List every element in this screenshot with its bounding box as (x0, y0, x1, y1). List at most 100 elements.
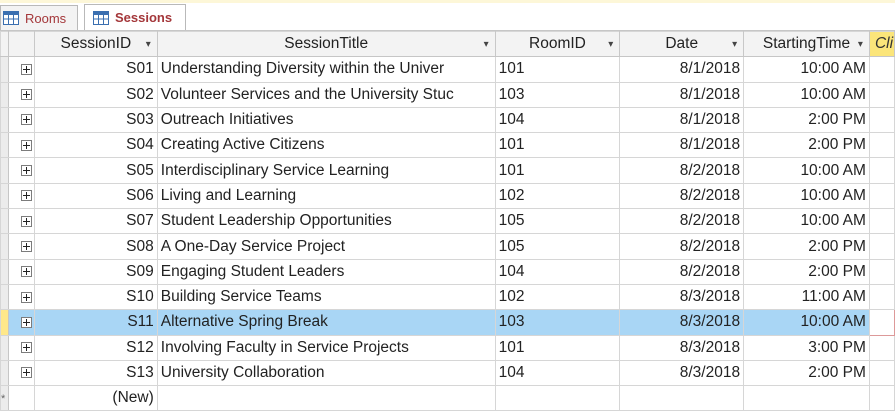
plus-expand-icon[interactable] (20, 367, 32, 379)
plus-expand-icon[interactable] (20, 215, 32, 227)
plus-expand-icon[interactable] (20, 240, 32, 252)
column-header-sessiontitle[interactable]: SessionTitle ▾ (156, 30, 496, 58)
table-row[interactable]: S10 Building Service Teams 102 8/3/2018 11:0… (0, 283, 895, 311)
cell-sessionid[interactable]: S10 (33, 283, 158, 311)
cell-date[interactable]: 8/3/2018 (619, 283, 745, 311)
cell-click-to-add[interactable] (868, 233, 895, 260)
select-all-corner[interactable] (0, 30, 9, 58)
cell-startingtime[interactable]: 10:00 AM (743, 182, 870, 210)
subdatasheet-expand-cell[interactable] (7, 258, 35, 285)
plus-expand-icon[interactable] (20, 89, 32, 101)
plus-expand-icon[interactable] (20, 190, 32, 202)
plus-expand-icon[interactable] (20, 342, 32, 354)
tab-rooms[interactable]: Rooms (0, 5, 78, 30)
cell-sessiontitle-new[interactable] (156, 385, 496, 412)
table-row[interactable]: S02 Volunteer Services and the University… (0, 81, 895, 108)
plus-expand-icon[interactable] (20, 316, 32, 328)
subdatasheet-expand-cell[interactable] (7, 283, 35, 311)
cell-sessiontitle[interactable]: University Collaboration (156, 359, 496, 387)
record-selector[interactable] (0, 182, 9, 210)
record-selector[interactable] (0, 132, 9, 159)
record-selector[interactable] (0, 309, 9, 336)
record-selector[interactable] (0, 233, 9, 260)
cell-click-to-add[interactable] (868, 283, 895, 311)
cell-click-to-add[interactable] (868, 359, 895, 387)
table-row[interactable]: S09 Engaging Student Leaders 104 8/2/2018 2:… (0, 258, 895, 285)
cell-roomid[interactable]: 104 (494, 359, 621, 387)
table-row[interactable]: S12 Involving Faculty in Service Projects… (0, 334, 895, 361)
cell-date-new[interactable] (619, 385, 745, 412)
record-selector[interactable] (0, 359, 9, 387)
table-row[interactable]: S13 University Collaboration 104 8/3/2018 2:… (0, 359, 895, 387)
cell-click-to-add-new[interactable] (868, 385, 895, 412)
cell-sessionid[interactable]: S04 (33, 132, 158, 159)
cell-startingtime[interactable]: 10:00 AM (743, 309, 870, 336)
cell-startingtime[interactable]: 10:00 AM (743, 56, 870, 83)
cell-click-to-add[interactable] (868, 208, 895, 235)
cell-roomid[interactable]: 101 (494, 334, 621, 361)
cell-roomid[interactable]: 101 (494, 132, 621, 159)
subdatasheet-expand-cell[interactable] (7, 81, 35, 108)
chevron-down-icon[interactable]: ▾ (484, 33, 489, 56)
cell-sessiontitle[interactable]: Living and Learning (156, 182, 496, 210)
column-header-date[interactable]: Date ▾ (619, 30, 745, 58)
cell-date[interactable]: 8/2/2018 (619, 182, 745, 210)
cell-sessionid[interactable]: S13 (33, 359, 158, 387)
cell-sessionid[interactable]: S11 (33, 309, 158, 336)
cell-startingtime[interactable]: 2:00 PM (743, 233, 870, 260)
cell-date[interactable]: 8/2/2018 (619, 233, 745, 260)
cell-roomid[interactable]: 104 (494, 258, 621, 285)
record-selector[interactable] (0, 56, 9, 83)
table-row[interactable]: S01 Understanding Diversity within the Un… (0, 56, 895, 83)
cell-date[interactable]: 8/2/2018 (619, 157, 745, 184)
table-row[interactable]: S03 Outreach Initiatives 104 8/1/2018 2:00 P… (0, 106, 895, 134)
subdatasheet-expand-cell[interactable] (7, 132, 35, 159)
plus-expand-icon[interactable] (20, 63, 32, 75)
new-record-selector[interactable]: * (0, 385, 9, 412)
chevron-down-icon[interactable]: ▾ (858, 33, 863, 56)
cell-roomid[interactable]: 104 (494, 106, 621, 134)
cell-click-to-add[interactable] (868, 81, 895, 108)
cell-date[interactable]: 8/3/2018 (619, 359, 745, 387)
cell-roomid[interactable]: 105 (494, 208, 621, 235)
subdatasheet-expand-cell[interactable] (7, 182, 35, 210)
cell-sessionid[interactable]: S09 (33, 258, 158, 285)
cell-click-to-add[interactable] (868, 334, 895, 361)
cell-sessionid[interactable]: S08 (33, 233, 158, 260)
cell-sessiontitle[interactable]: Creating Active Citizens (156, 132, 496, 159)
table-row[interactable]: S07 Student Leadership Opportunities 105 8/… (0, 208, 895, 235)
cell-sessiontitle[interactable]: Alternative Spring Break (156, 309, 496, 336)
cell-roomid[interactable]: 102 (494, 182, 621, 210)
cell-startingtime[interactable]: 2:00 PM (743, 132, 870, 159)
cell-click-to-add[interactable] (868, 309, 895, 336)
subdatasheet-expand-cell[interactable] (7, 208, 35, 235)
cell-date[interactable]: 8/1/2018 (619, 106, 745, 134)
plus-expand-icon[interactable] (20, 165, 32, 177)
cell-date[interactable]: 8/1/2018 (619, 56, 745, 83)
record-selector[interactable] (0, 208, 9, 235)
column-header-roomid[interactable]: RoomID ▾ (494, 30, 621, 58)
cell-sessiontitle[interactable]: Involving Faculty in Service Projects (156, 334, 496, 361)
table-row[interactable]: S04 Creating Active Citizens 101 8/1/2018 2:… (0, 132, 895, 159)
cell-sessiontitle[interactable]: Understanding Diversity within the Unive… (156, 56, 496, 83)
cell-click-to-add[interactable] (868, 157, 895, 184)
record-selector[interactable] (0, 334, 9, 361)
subdatasheet-expand-cell[interactable] (7, 309, 35, 336)
table-row[interactable]: S05 Interdisciplinary Service Learning 101… (0, 157, 895, 184)
cell-startingtime[interactable]: 10:00 AM (743, 208, 870, 235)
cell-click-to-add[interactable] (868, 132, 895, 159)
cell-roomid[interactable]: 103 (494, 81, 621, 108)
cell-sessionid[interactable]: S03 (33, 106, 158, 134)
record-selector[interactable] (0, 81, 9, 108)
cell-sessionid[interactable]: S02 (33, 81, 158, 108)
cell-roomid[interactable]: 105 (494, 233, 621, 260)
cell-startingtime[interactable]: 10:00 AM (743, 81, 870, 108)
record-selector[interactable] (0, 283, 9, 311)
subdatasheet-expand-cell[interactable] (7, 157, 35, 184)
chevron-down-icon[interactable]: ▾ (732, 33, 737, 56)
cell-sessiontitle[interactable]: Volunteer Services and the University St… (156, 81, 496, 108)
cell-date[interactable]: 8/2/2018 (619, 258, 745, 285)
cell-sessionid[interactable]: S01 (33, 56, 158, 83)
table-row[interactable]: S11 Alternative Spring Break 103 8/3/2018 10… (0, 309, 895, 336)
cell-roomid[interactable]: 101 (494, 56, 621, 83)
